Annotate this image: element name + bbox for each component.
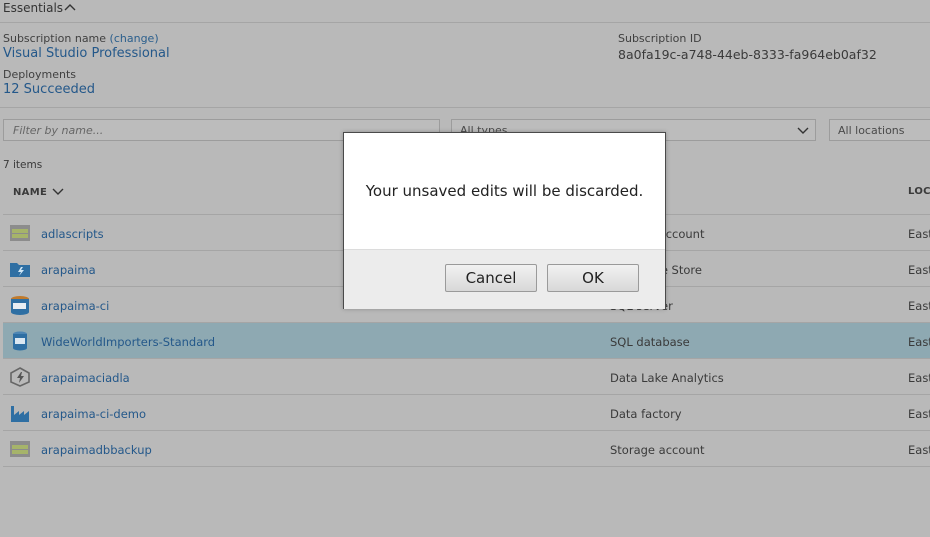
subscription-id-value: 8a0fa19c-a748-44eb-8333-fa964eb0af32 <box>618 47 877 62</box>
item-count: 7 items <box>3 159 43 171</box>
discard-edits-dialog: Your unsaved edits will be discarded. Ca… <box>343 132 666 309</box>
subscription-name-label: Subscription name (change) <box>3 32 159 45</box>
resource-name-link[interactable]: arapaima-ci-demo <box>41 407 146 421</box>
subscription-name-link[interactable]: Visual Studio Professional <box>3 46 170 61</box>
resource-location: East <box>908 299 930 313</box>
deployments-label: Deployments <box>3 68 77 81</box>
column-header-name[interactable]: NAME <box>13 186 64 198</box>
sql-database-icon <box>13 331 27 351</box>
divider <box>0 22 930 23</box>
resource-location: East <box>908 227 930 241</box>
change-subscription-link[interactable]: (change) <box>110 32 159 45</box>
resource-name-link[interactable]: arapaima-ci <box>41 299 109 313</box>
data-factory-icon <box>11 406 29 422</box>
resource-location: East <box>908 263 930 277</box>
resource-location: East <box>908 371 930 385</box>
table-row[interactable]: arapaimadbbackup Storage account East <box>3 430 930 467</box>
resource-group-blade: Essentials Subscription name (change) Vi… <box>0 0 930 537</box>
resource-name-link[interactable]: arapaimaciadla <box>41 371 130 385</box>
locations-select-value: All locations <box>838 124 905 137</box>
ok-button[interactable]: OK <box>547 264 639 292</box>
dialog-message: Your unsaved edits will be discarded. <box>365 182 644 200</box>
cancel-button[interactable]: Cancel <box>445 264 537 292</box>
resource-name-link[interactable]: arapaimadbbackup <box>41 443 152 457</box>
subscription-id-label: Subscription ID <box>618 32 702 45</box>
table-row[interactable]: arapaimaciadla Data Lake Analytics East <box>3 358 930 394</box>
sql-server-icon <box>11 296 29 315</box>
resource-type: Data Lake Analytics <box>610 371 724 385</box>
locations-select[interactable]: All locations <box>829 119 930 141</box>
resource-name-link[interactable]: adlascripts <box>41 227 104 241</box>
resource-name-link[interactable]: arapaima <box>41 263 96 277</box>
resource-location: East <box>908 407 930 421</box>
data-lake-analytics-icon <box>10 367 30 387</box>
chevron-down-icon <box>797 127 809 134</box>
resource-type: Storage account <box>610 443 705 457</box>
chevron-down-icon <box>52 188 64 195</box>
essentials-title: Essentials <box>3 1 64 15</box>
resource-name-link[interactable]: WideWorldImporters-Standard <box>41 335 215 349</box>
resource-location: East <box>908 335 930 349</box>
column-header-location[interactable]: LOCA <box>908 186 930 197</box>
resource-type: Data factory <box>610 407 682 421</box>
table-row[interactable]: arapaima-ci-demo Data factory East <box>3 394 930 430</box>
storage-account-icon <box>10 441 30 457</box>
storage-account-icon <box>10 225 30 241</box>
data-lake-store-icon <box>10 263 30 277</box>
table-row-selected[interactable]: WideWorldImporters-Standard SQL database… <box>3 322 930 358</box>
resource-type: SQL database <box>610 335 690 349</box>
essentials-toggle[interactable]: Essentials <box>3 1 76 15</box>
deployments-link[interactable]: 12 Succeeded <box>3 82 95 97</box>
resource-location: East <box>908 443 930 457</box>
divider <box>0 107 930 108</box>
chevron-up-icon <box>64 4 76 11</box>
dialog-footer: Cancel OK <box>344 249 665 309</box>
